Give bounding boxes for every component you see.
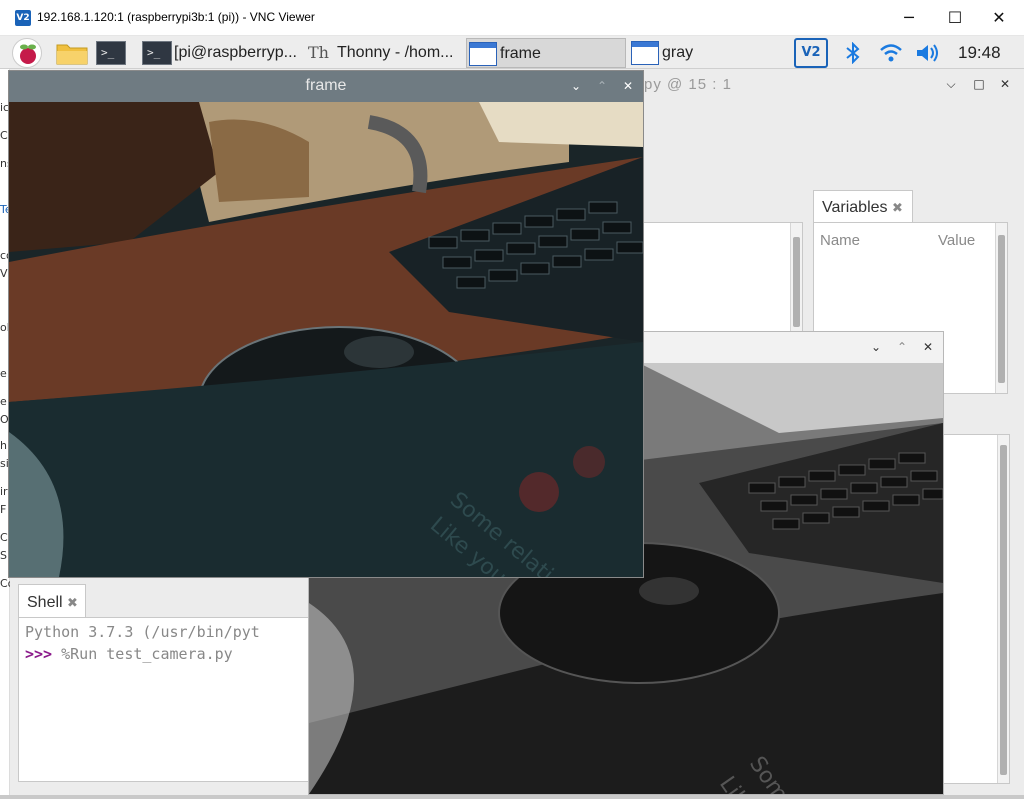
- scrollbar-thumb[interactable]: [1000, 445, 1007, 775]
- wifi-icon[interactable]: [879, 42, 903, 68]
- folder-icon: [56, 44, 88, 65]
- chevron-down-icon[interactable]: ⌄: [567, 77, 585, 95]
- close-tab-icon[interactable]: ✖: [67, 595, 78, 610]
- restore-icon[interactable]: □: [970, 75, 988, 93]
- taskbar: >_ >_ [pi@raspberryp... Th Thonny - /hom…: [0, 36, 1024, 69]
- tab-variables[interactable]: Variables ✖: [813, 190, 913, 222]
- task-gray[interactable]: gray: [662, 39, 722, 66]
- tab-variables-label: Variables: [822, 199, 888, 216]
- close-button[interactable]: ✕: [976, 0, 1022, 36]
- variables-scrollbar[interactable]: [995, 223, 1007, 393]
- task-thonny[interactable]: Thonny - /hom...: [337, 39, 465, 66]
- close-icon[interactable]: ✕: [996, 75, 1014, 93]
- file-manager-button[interactable]: [56, 41, 88, 65]
- thonny-titlebar: py @ 15 : 1 ⌵ □ ✕: [640, 69, 1024, 100]
- terminal-task-icon: >_: [142, 41, 172, 65]
- chevron-down-icon[interactable]: ⌵: [942, 75, 960, 93]
- editor-area[interactable]: [643, 222, 803, 332]
- bottom-edge: [0, 795, 1024, 799]
- raspberry-menu-button[interactable]: [12, 38, 42, 68]
- color-scene: Some relati Like your: [9, 102, 643, 577]
- frame-window[interactable]: frame ⌄ ⌃ ✕ Some relati Like your: [8, 70, 644, 578]
- task-frame-active[interactable]: frame: [466, 38, 626, 68]
- shell-console[interactable]: Python 3.7.3 (/usr/bin/pyt >>> %Run test…: [18, 617, 310, 782]
- frame-window-titlebar[interactable]: frame ⌄ ⌃ ✕: [9, 71, 643, 102]
- task-frame-label: frame: [500, 45, 541, 62]
- vnc-window-title: 192.168.1.120:1 (raspberrypi3b:1 (pi)) -…: [37, 10, 315, 24]
- scrollbar-thumb[interactable]: [998, 235, 1005, 383]
- panel-scrollbar[interactable]: [997, 435, 1009, 783]
- task-terminal[interactable]: [pi@raspberryp...: [174, 39, 302, 66]
- chevron-down-icon[interactable]: ⌄: [867, 338, 885, 356]
- clock: 19:48: [958, 43, 1001, 62]
- vnc-logo-icon: V2: [15, 10, 31, 26]
- window-icon: [469, 42, 497, 66]
- close-tab-icon[interactable]: ✖: [892, 200, 903, 215]
- thonny-title: py @ 15 : 1: [644, 76, 732, 93]
- column-header-name[interactable]: Name: [820, 232, 860, 249]
- close-icon[interactable]: ✕: [619, 77, 637, 95]
- vnc-server-icon[interactable]: V2: [794, 38, 828, 68]
- clipped-text: Co: [0, 577, 10, 590]
- frame-window-title: frame: [305, 77, 347, 94]
- scrollbar-thumb[interactable]: [793, 237, 800, 327]
- vnc-titlebar: V2 192.168.1.120:1 (raspberrypi3b:1 (pi)…: [0, 0, 1024, 36]
- terminal-launcher-button[interactable]: >_: [96, 41, 126, 65]
- shell-output-line: Python 3.7.3 (/usr/bin/pyt: [25, 623, 260, 641]
- editor-scrollbar[interactable]: [790, 223, 802, 331]
- close-icon[interactable]: ✕: [919, 338, 937, 356]
- window-icon: [631, 41, 659, 65]
- volume-icon[interactable]: [915, 42, 941, 68]
- thonny-icon: Th: [308, 43, 329, 62]
- shell-command: %Run test_camera.py: [52, 645, 233, 663]
- minimize-button[interactable]: ─: [886, 0, 932, 36]
- maximize-button[interactable]: ☐: [932, 0, 978, 36]
- bluetooth-icon[interactable]: [843, 41, 863, 68]
- raspberry-icon: [20, 44, 36, 64]
- tab-shell-label: Shell: [27, 594, 63, 611]
- chevron-up-icon[interactable]: ⌃: [593, 77, 611, 95]
- chevron-up-icon[interactable]: ⌃: [893, 338, 911, 356]
- assistant-panel: [940, 434, 1010, 784]
- column-header-value[interactable]: Value: [938, 232, 975, 249]
- shell-prompt: >>>: [25, 645, 53, 663]
- frame-camera-image: Some relati Like your: [9, 102, 643, 577]
- tab-shell[interactable]: Shell ✖: [18, 584, 86, 617]
